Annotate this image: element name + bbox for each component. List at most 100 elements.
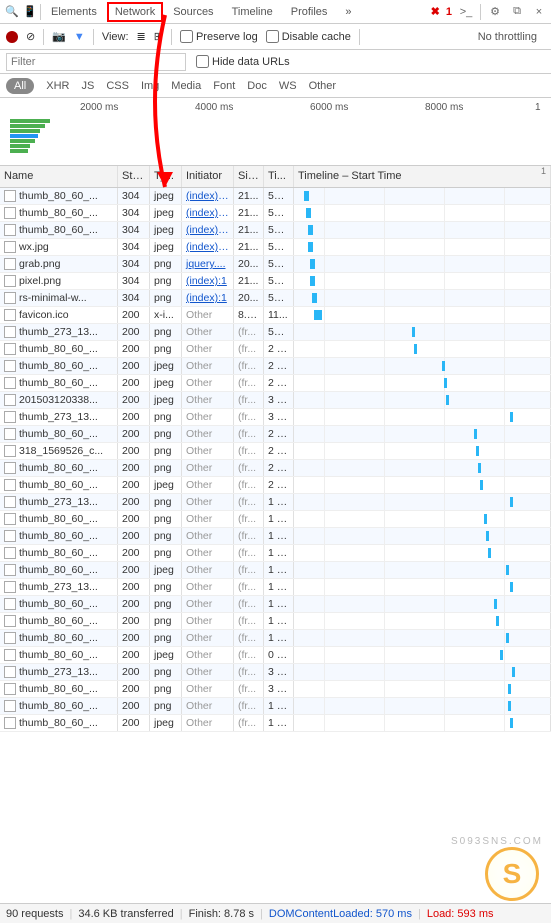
table-row[interactable]: rs-minimal-w...304png(index):120...53 ..… xyxy=(0,290,551,307)
table-row[interactable]: thumb_273_13...200pngOther(fr...3 ms xyxy=(0,664,551,681)
col-status[interactable]: Sta... xyxy=(118,166,150,187)
table-row[interactable]: thumb_80_60_...200pngOther(fr...1 ms xyxy=(0,698,551,715)
col-timeline[interactable]: Timeline – Start Time1 xyxy=(294,166,551,187)
tab-profiles[interactable]: Profiles xyxy=(283,2,336,22)
table-row[interactable]: thumb_80_60_...200pngOther(fr...2 ms xyxy=(0,426,551,443)
cell-type: jpeg xyxy=(150,188,182,204)
tab-network[interactable]: Network xyxy=(107,2,163,22)
filter-ws[interactable]: WS xyxy=(279,80,297,92)
cell-initiator[interactable]: (index):... xyxy=(182,222,234,238)
camera-icon[interactable]: 📷 xyxy=(52,30,66,43)
filter-doc[interactable]: Doc xyxy=(247,80,267,92)
col-type[interactable]: Ty... xyxy=(150,166,182,187)
separator xyxy=(43,29,44,45)
cell-initiator: Other xyxy=(182,545,234,561)
table-row[interactable]: thumb_80_60_...304jpeg(index):...21...55… xyxy=(0,188,551,205)
table-row[interactable]: thumb_80_60_...200pngOther(fr...1 ms xyxy=(0,511,551,528)
cell-initiator: Other xyxy=(182,409,234,425)
record-button[interactable] xyxy=(6,31,18,43)
file-icon xyxy=(4,649,16,661)
col-size[interactable]: Size xyxy=(234,166,264,187)
table-row[interactable]: thumb_80_60_...200pngOther(fr...1 ms xyxy=(0,630,551,647)
console-icon[interactable]: >_ xyxy=(458,6,474,18)
device-icon[interactable]: 📱 xyxy=(22,5,38,18)
overview-tick: 1 xyxy=(535,102,541,113)
cell-size: (fr... xyxy=(234,647,264,663)
table-row[interactable]: wx.jpg304jpeg(index):...21...58 ... xyxy=(0,239,551,256)
cell-timeline xyxy=(294,188,551,204)
filter-all[interactable]: All xyxy=(6,78,34,94)
cell-timeline xyxy=(294,545,551,561)
cell-size: (fr... xyxy=(234,443,264,459)
cell-size: 21... xyxy=(234,188,264,204)
cell-initiator[interactable]: (index):... xyxy=(182,239,234,255)
table-row[interactable]: 201503120338...200jpegOther(fr...3 ms xyxy=(0,392,551,409)
tab-timeline[interactable]: Timeline xyxy=(224,2,281,22)
list-view-icon[interactable]: ≣ xyxy=(137,30,146,43)
search-icon[interactable]: 🔍 xyxy=(4,5,20,18)
table-row[interactable]: thumb_80_60_...200jpegOther(fr...2 ms xyxy=(0,375,551,392)
cell-initiator[interactable]: (index):... xyxy=(182,205,234,221)
filter-xhr[interactable]: XHR xyxy=(46,80,69,92)
table-row[interactable]: thumb_80_60_...200pngOther(fr...1 ms xyxy=(0,613,551,630)
table-row[interactable]: thumb_80_60_...304jpeg(index):...21...55… xyxy=(0,222,551,239)
col-name[interactable]: Name xyxy=(0,166,118,187)
dock-icon[interactable]: ⧉ xyxy=(509,5,525,18)
cell-initiator[interactable]: (index):... xyxy=(182,188,234,204)
table-row[interactable]: thumb_80_60_...200jpegOther(fr...2 ms xyxy=(0,477,551,494)
table-row[interactable]: thumb_80_60_...200jpegOther(fr...1 ms xyxy=(0,562,551,579)
filter-icon[interactable]: ▼ xyxy=(74,31,85,43)
filter-js[interactable]: JS xyxy=(81,80,94,92)
table-row[interactable]: thumb_273_13...200pngOther(fr...3 ms xyxy=(0,409,551,426)
table-row[interactable]: thumb_80_60_...200jpegOther(fr...1 ms xyxy=(0,715,551,732)
col-time[interactable]: Ti... xyxy=(264,166,294,187)
grid-view-icon[interactable]: ⊞ xyxy=(154,30,163,43)
cell-time: 1 ms xyxy=(264,613,294,629)
tab-elements[interactable]: Elements xyxy=(43,2,105,22)
table-row[interactable]: thumb_80_60_...200jpegOther(fr...2 ms xyxy=(0,358,551,375)
table-row[interactable]: thumb_80_60_...200jpegOther(fr...0 ms xyxy=(0,647,551,664)
error-icon[interactable]: ✖ xyxy=(431,5,440,18)
table-row[interactable]: favicon.ico200x-i...Other8.5...11... xyxy=(0,307,551,324)
close-icon[interactable]: × xyxy=(531,6,547,18)
clear-button[interactable]: ⊘ xyxy=(26,30,35,43)
table-row[interactable]: thumb_80_60_...200pngOther(fr...1 ms xyxy=(0,528,551,545)
tab-sources[interactable]: Sources xyxy=(165,2,221,22)
cell-name: thumb_273_13... xyxy=(0,579,118,595)
table-row[interactable]: thumb_80_60_...304jpeg(index):...21...56… xyxy=(0,205,551,222)
hide-data-urls-checkbox[interactable]: Hide data URLs xyxy=(196,55,290,68)
cell-timeline xyxy=(294,562,551,578)
cell-type: jpeg xyxy=(150,477,182,493)
table-row[interactable]: thumb_80_60_...200pngOther(fr...1 ms xyxy=(0,596,551,613)
timeline-overview[interactable]: 2000 ms 4000 ms 6000 ms 8000 ms 1 xyxy=(0,98,551,166)
filter-media[interactable]: Media xyxy=(171,80,201,92)
filter-css[interactable]: CSS xyxy=(106,80,129,92)
preserve-log-checkbox[interactable]: Preserve log xyxy=(180,30,258,43)
filter-other[interactable]: Other xyxy=(309,80,337,92)
disable-cache-checkbox[interactable]: Disable cache xyxy=(266,30,351,43)
table-row[interactable]: thumb_80_60_...200pngOther(fr...2 ms xyxy=(0,341,551,358)
cell-time: 0 ms xyxy=(264,647,294,663)
filter-input[interactable] xyxy=(6,53,186,71)
table-row[interactable]: thumb_80_60_...200pngOther(fr...3 ms xyxy=(0,681,551,698)
table-row[interactable]: thumb_273_13...200pngOther(fr...1 ms xyxy=(0,494,551,511)
error-count[interactable]: 1 xyxy=(446,6,452,18)
table-row[interactable]: thumb_80_60_...200pngOther(fr...1 ms xyxy=(0,545,551,562)
tab-more[interactable]: » xyxy=(337,2,359,22)
gear-icon[interactable]: ⚙ xyxy=(487,5,503,18)
table-row[interactable]: thumb_273_13...200pngOther(fr...56 ... xyxy=(0,324,551,341)
filter-font[interactable]: Font xyxy=(213,80,235,92)
cell-initiator[interactable]: (index):1 xyxy=(182,273,234,289)
table-row[interactable]: thumb_273_13...200pngOther(fr...1 ms xyxy=(0,579,551,596)
table-row[interactable]: pixel.png304png(index):121...59 ... xyxy=(0,273,551,290)
table-row[interactable]: 318_1569526_c...200pngOther(fr...2 ms xyxy=(0,443,551,460)
table-row[interactable]: grab.png304pngjquery....20...56 ... xyxy=(0,256,551,273)
view-label: View: xyxy=(102,31,129,43)
file-icon xyxy=(4,326,16,338)
col-initiator[interactable]: Initiator xyxy=(182,166,234,187)
filter-img[interactable]: Img xyxy=(141,80,159,92)
throttling-select[interactable]: No throttling xyxy=(478,31,545,43)
cell-initiator[interactable]: (index):1 xyxy=(182,290,234,306)
cell-initiator[interactable]: jquery.... xyxy=(182,256,234,272)
table-row[interactable]: thumb_80_60_...200pngOther(fr...2 ms xyxy=(0,460,551,477)
